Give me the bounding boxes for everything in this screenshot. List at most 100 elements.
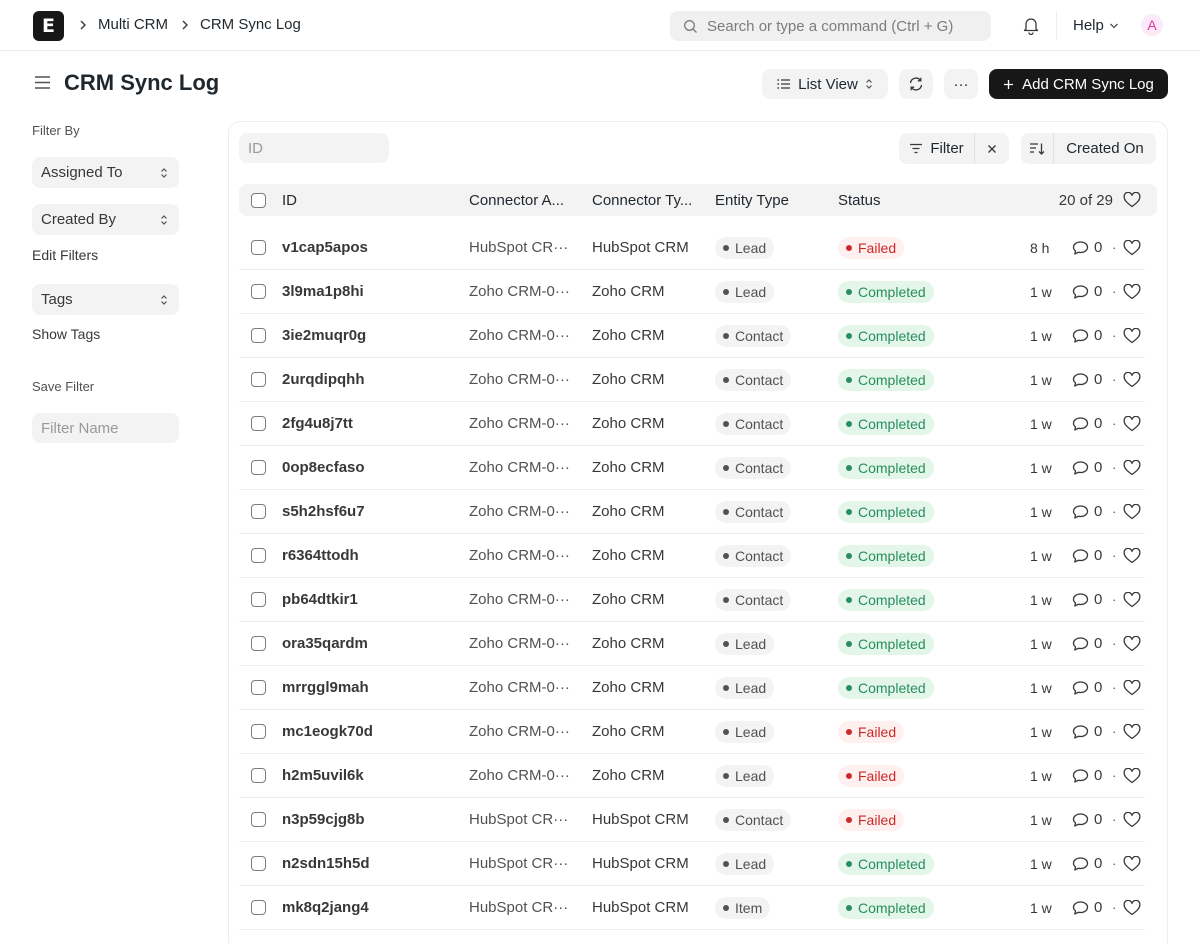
row-id[interactable]: 2urqdipqhh — [282, 358, 365, 401]
heart-icon[interactable] — [1123, 270, 1141, 313]
list-row[interactable]: n2sdn15h5d HubSpot CR··· HubSpot CRM Lea… — [239, 842, 1145, 886]
row-checkbox[interactable] — [251, 768, 266, 783]
row-comments[interactable]: 0 — [1072, 534, 1102, 577]
heart-icon[interactable] — [1123, 754, 1141, 797]
heart-icon[interactable] — [1123, 534, 1141, 577]
list-row[interactable]: mrrggl9mah Zoho CRM-0··· Zoho CRM Lead C… — [239, 666, 1145, 710]
heart-icon[interactable] — [1123, 226, 1141, 269]
heart-icon[interactable] — [1123, 192, 1141, 208]
heart-icon[interactable] — [1123, 402, 1141, 445]
sort-field-button[interactable]: Created On — [1054, 133, 1156, 164]
list-row[interactable]: v1cap5apos HubSpot CR··· HubSpot CRM Lea… — [239, 226, 1145, 270]
list-row[interactable]: 2fg4u8j7tt Zoho CRM-0··· Zoho CRM Contac… — [239, 402, 1145, 446]
list-row[interactable]: 3ie2muqr0g Zoho CRM-0··· Zoho CRM Contac… — [239, 314, 1145, 358]
row-comments[interactable]: 0 — [1072, 710, 1102, 753]
row-comments[interactable]: 0 — [1072, 446, 1102, 489]
heart-icon[interactable] — [1123, 446, 1141, 489]
list-row[interactable]: s5h2hsf6u7 Zoho CRM-0··· Zoho CRM Contac… — [239, 490, 1145, 534]
heart-icon[interactable] — [1123, 622, 1141, 665]
app-logo[interactable]: E — [33, 11, 64, 41]
list-row[interactable]: mk8q2jang4 HubSpot CR··· HubSpot CRM Ite… — [239, 886, 1145, 930]
select-all-checkbox[interactable] — [251, 192, 266, 208]
clear-filter-button[interactable] — [975, 133, 1009, 164]
more-actions-button[interactable]: ··· — [944, 69, 978, 99]
row-comments[interactable]: 0 — [1072, 358, 1102, 401]
sort-direction-button[interactable] — [1021, 133, 1054, 164]
search-input[interactable] — [707, 17, 987, 35]
row-id[interactable]: h2m5uvil6k — [282, 754, 364, 797]
row-checkbox[interactable] — [251, 900, 266, 915]
list-view-button[interactable]: List View — [762, 69, 888, 99]
row-id[interactable]: 0op8ecfaso — [282, 446, 365, 489]
row-comments[interactable]: 0 — [1072, 490, 1102, 533]
row-comments[interactable]: 0 — [1072, 754, 1102, 797]
row-comments[interactable]: 0 — [1072, 270, 1102, 313]
row-id[interactable]: pb64dtkir1 — [282, 578, 358, 621]
row-checkbox[interactable] — [251, 328, 266, 343]
row-comments[interactable]: 0 — [1072, 666, 1102, 709]
filter-button[interactable]: Filter — [899, 133, 975, 164]
id-filter-input[interactable] — [248, 139, 378, 157]
column-header-connector-account[interactable]: Connector A... — [469, 184, 564, 216]
assigned-to-select[interactable]: Assigned To — [32, 157, 179, 188]
row-id[interactable]: 2fg4u8j7tt — [282, 402, 353, 445]
row-comments[interactable]: 0 — [1072, 578, 1102, 621]
row-checkbox[interactable] — [251, 548, 266, 563]
row-checkbox[interactable] — [251, 592, 266, 607]
column-header-status[interactable]: Status — [838, 184, 881, 216]
row-checkbox[interactable] — [251, 812, 266, 827]
list-row[interactable]: pb64dtkir1 Zoho CRM-0··· Zoho CRM Contac… — [239, 578, 1145, 622]
row-checkbox[interactable] — [251, 724, 266, 739]
list-row[interactable]: n3p59cjg8b HubSpot CR··· HubSpot CRM Con… — [239, 798, 1145, 842]
list-row[interactable]: 2urqdipqhh Zoho CRM-0··· Zoho CRM Contac… — [239, 358, 1145, 402]
row-checkbox[interactable] — [251, 284, 266, 299]
row-checkbox[interactable] — [251, 372, 266, 387]
list-row[interactable]: ora35qardm Zoho CRM-0··· Zoho CRM Lead C… — [239, 622, 1145, 666]
row-checkbox[interactable] — [251, 504, 266, 519]
row-comments[interactable]: 0 — [1072, 622, 1102, 665]
row-id[interactable]: mrrggl9mah — [282, 666, 369, 709]
column-header-entity-type[interactable]: Entity Type — [715, 184, 789, 216]
heart-icon[interactable] — [1123, 358, 1141, 401]
list-row[interactable]: mc1eogk70d Zoho CRM-0··· Zoho CRM Lead F… — [239, 710, 1145, 754]
row-checkbox[interactable] — [251, 240, 266, 255]
filter-name-input[interactable] — [41, 419, 171, 437]
avatar[interactable]: A — [1141, 14, 1163, 36]
row-id[interactable]: ora35qardm — [282, 622, 368, 665]
row-id[interactable]: s5h2hsf6u7 — [282, 490, 365, 533]
row-comments[interactable]: 0 — [1072, 798, 1102, 841]
list-row[interactable]: 3l9ma1p8hi Zoho CRM-0··· Zoho CRM Lead C… — [239, 270, 1145, 314]
row-id[interactable]: 3ie2muqr0g — [282, 314, 366, 357]
heart-icon[interactable] — [1123, 314, 1141, 357]
row-checkbox[interactable] — [251, 636, 266, 651]
row-id[interactable]: 3l9ma1p8hi — [282, 270, 364, 313]
row-checkbox[interactable] — [251, 680, 266, 695]
bell-icon[interactable] — [1022, 16, 1040, 35]
row-checkbox[interactable] — [251, 416, 266, 431]
created-by-select[interactable]: Created By — [32, 204, 179, 235]
list-row[interactable]: r6364ttodh Zoho CRM-0··· Zoho CRM Contac… — [239, 534, 1145, 578]
heart-icon[interactable] — [1123, 798, 1141, 841]
heart-icon[interactable] — [1123, 666, 1141, 709]
row-id[interactable]: mk8q2jang4 — [282, 886, 369, 929]
row-comments[interactable]: 0 — [1072, 842, 1102, 885]
add-crm-sync-log-button[interactable]: Add CRM Sync Log — [989, 69, 1168, 99]
row-comments[interactable]: 0 — [1072, 886, 1102, 929]
row-comments[interactable]: 0 — [1072, 226, 1102, 269]
heart-icon[interactable] — [1123, 886, 1141, 929]
row-comments[interactable]: 0 — [1072, 314, 1102, 357]
row-checkbox[interactable] — [251, 460, 266, 475]
row-id[interactable]: n3p59cjg8b — [282, 798, 365, 841]
sidebar-toggle-icon[interactable] — [34, 75, 51, 90]
show-tags-link[interactable]: Show Tags — [32, 326, 100, 342]
tags-select[interactable]: Tags — [32, 284, 179, 315]
row-id[interactable]: v1cap5apos — [282, 226, 368, 269]
column-header-connector-type[interactable]: Connector Ty... — [592, 184, 692, 216]
row-comments[interactable]: 0 — [1072, 402, 1102, 445]
list-row[interactable]: h2m5uvil6k Zoho CRM-0··· Zoho CRM Lead F… — [239, 754, 1145, 798]
list-row[interactable]: 0op8ecfaso Zoho CRM-0··· Zoho CRM Contac… — [239, 446, 1145, 490]
column-header-id[interactable]: ID — [282, 184, 297, 216]
row-id[interactable]: mc1eogk70d — [282, 710, 373, 753]
heart-icon[interactable] — [1123, 710, 1141, 753]
help-menu[interactable]: Help — [1073, 17, 1119, 34]
